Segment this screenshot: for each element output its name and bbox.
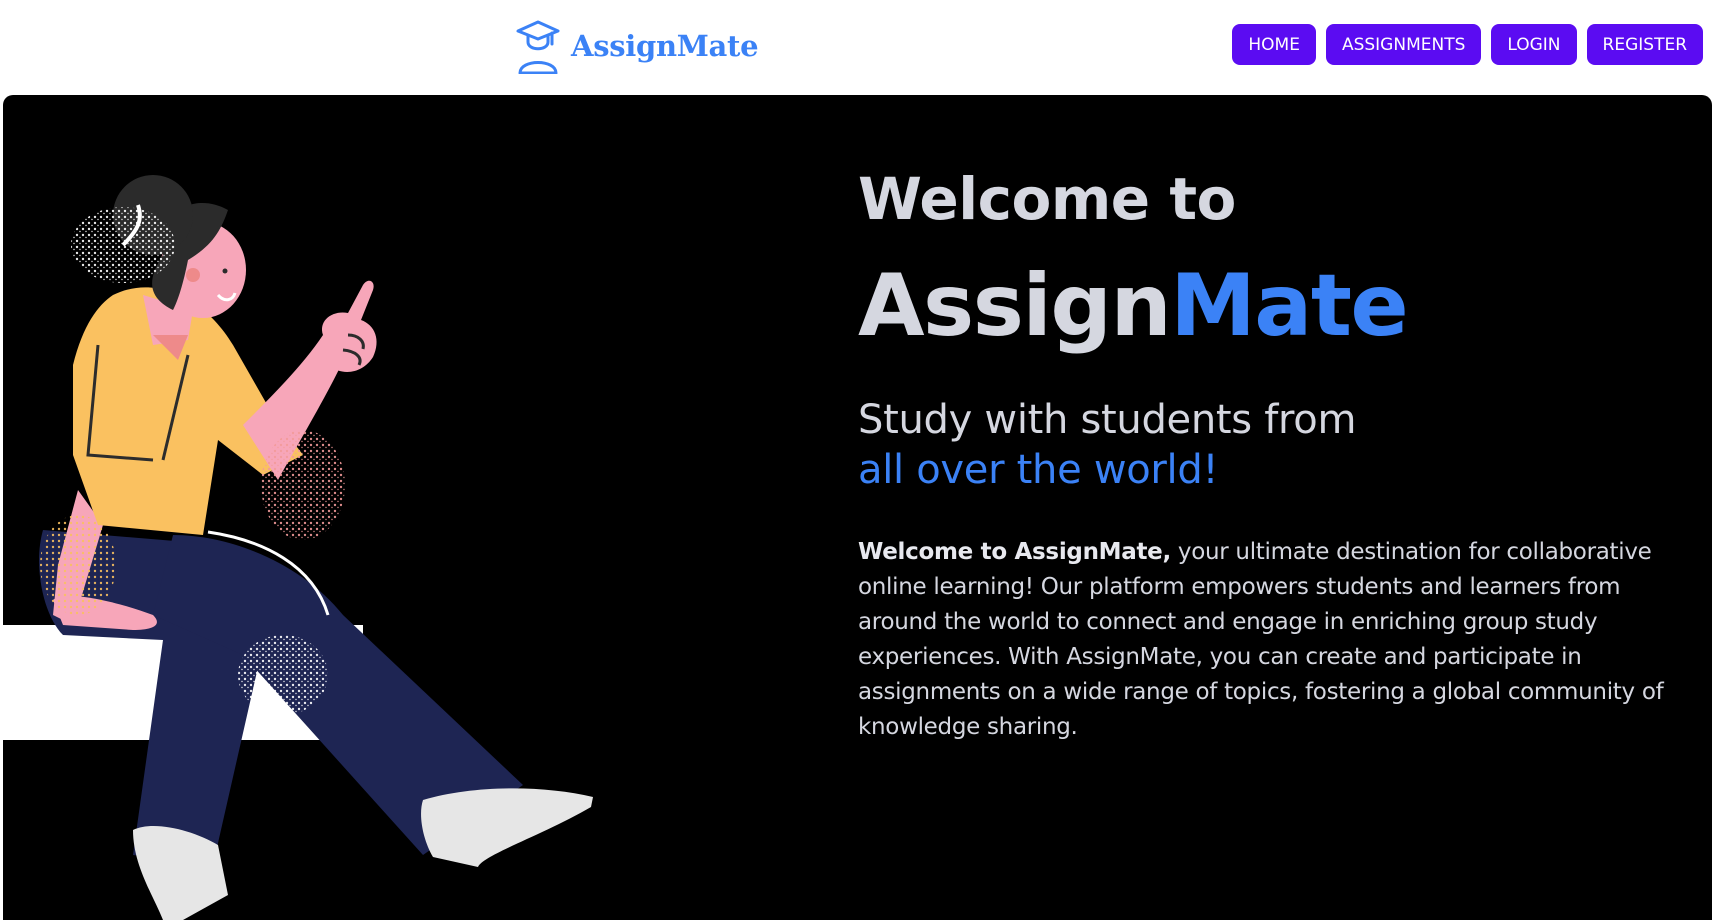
hero-title-part1: Assign: [858, 256, 1172, 356]
hero-section: Welcome to AssignMate Study with student…: [3, 95, 1712, 920]
woman-sitting-pointing-illustration: [3, 175, 593, 920]
brand-logo-link[interactable]: AssignMate: [515, 18, 759, 74]
hero-description-rest: your ultimate destination for collaborat…: [858, 539, 1664, 740]
hero-welcome-text: Welcome to: [858, 165, 1236, 233]
nav-assignments-button[interactable]: ASSIGNMENTS: [1325, 24, 1482, 65]
graduate-student-icon: [516, 20, 560, 74]
hero-subtitle-line2: all over the world!: [858, 447, 1219, 493]
brand-name: AssignMate: [571, 29, 759, 63]
hero-title: AssignMate: [858, 263, 1409, 349]
navbar: AssignMate HOME ASSIGNMENTS LOGIN REGIST…: [0, 0, 1713, 92]
hero-subtitle-line1: Study with students from: [858, 397, 1357, 443]
nav-register-button[interactable]: REGISTER: [1586, 24, 1703, 65]
hero-title-part2: Mate: [1170, 256, 1409, 356]
nav-login-button[interactable]: LOGIN: [1491, 24, 1577, 65]
hero-description-bold: Welcome to AssignMate,: [858, 539, 1171, 565]
nav-home-button[interactable]: HOME: [1232, 24, 1316, 65]
nav-links: HOME ASSIGNMENTS LOGIN REGISTER: [1232, 24, 1703, 65]
hero-description: Welcome to AssignMate, your ultimate des…: [858, 535, 1678, 745]
